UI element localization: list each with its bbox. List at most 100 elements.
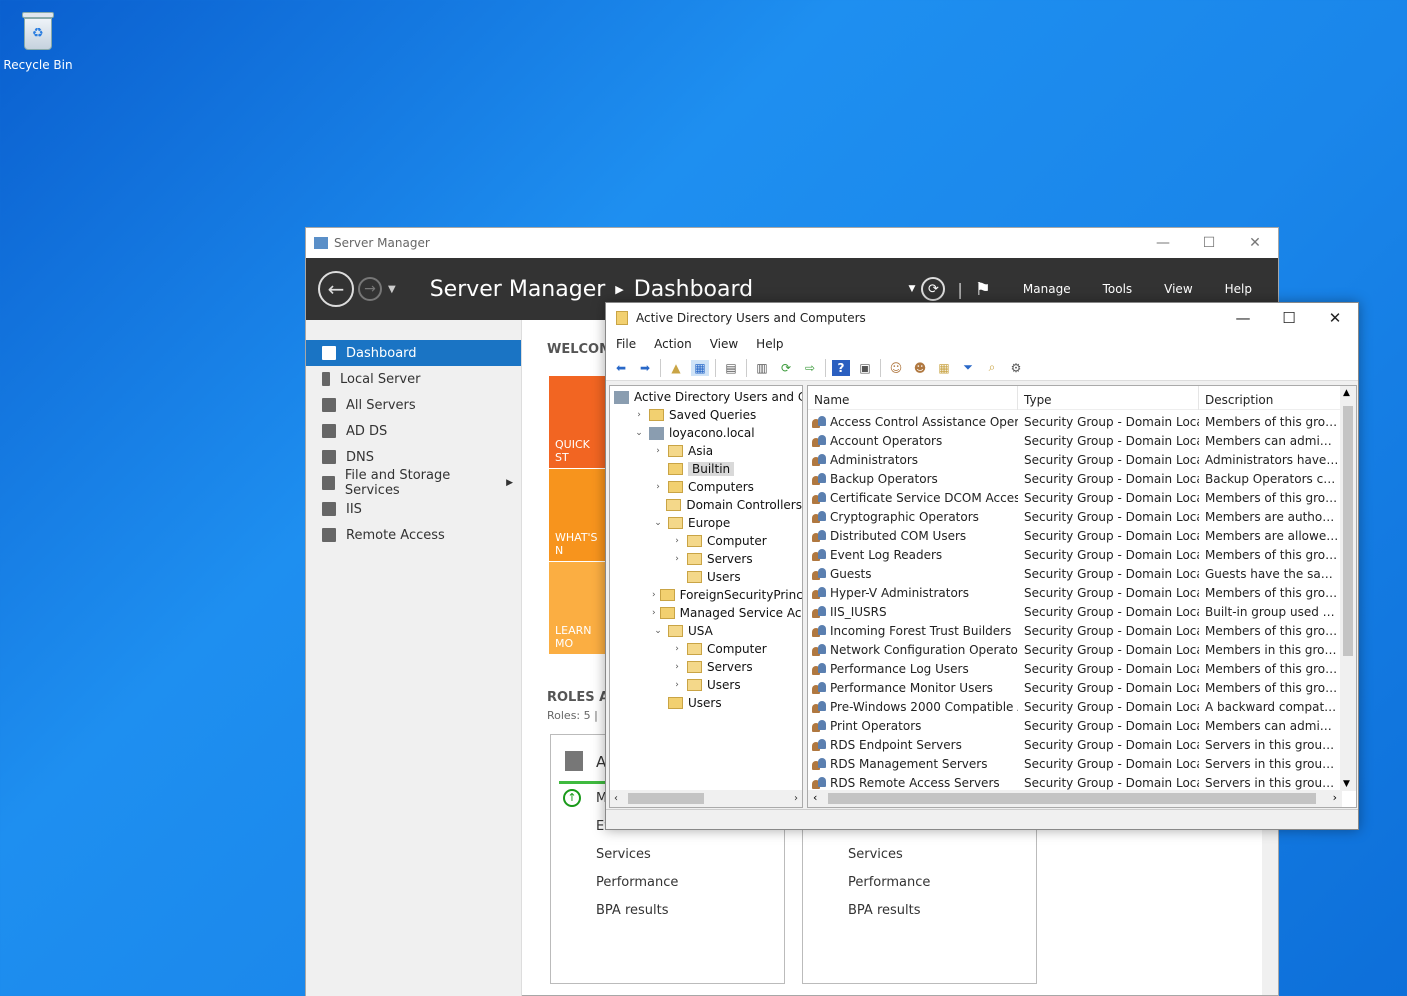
recycle-bin-desktop-icon[interactable]: ♻ Recycle Bin	[0, 6, 76, 72]
expand-toggle-icon[interactable]: ›	[652, 590, 656, 600]
role-card-bpa[interactable]: BPA results	[848, 903, 921, 918]
scroll-down-icon[interactable]: ▼	[1343, 779, 1350, 789]
list-vertical-scrollbar[interactable]: ▲ ▼	[1340, 386, 1356, 791]
menu-help[interactable]: Help	[1225, 282, 1252, 296]
notifications-flag-icon[interactable]: ⚑	[975, 279, 991, 300]
scroll-up-icon[interactable]: ▲	[1343, 388, 1350, 398]
list-item[interactable]: Performance Log Users Security Group - Do…	[808, 659, 1356, 678]
tree-node[interactable]: Users	[610, 694, 802, 712]
role-card-services[interactable]: Services	[848, 847, 903, 862]
list-item[interactable]: Administrators Security Group - Domain Lo…	[808, 450, 1356, 469]
list-item[interactable]: Distributed COM Users Security Group - Do…	[808, 526, 1356, 545]
role-card-performance[interactable]: Performance	[596, 875, 678, 890]
refresh-dropdown-icon[interactable]: ▼	[908, 284, 915, 294]
export-list-icon[interactable]: ⇨	[801, 360, 819, 376]
tree-node[interactable]: › Servers	[610, 550, 802, 568]
tree-node[interactable]: ⌄ Europe	[610, 514, 802, 532]
tree-node[interactable]: › Saved Queries	[610, 406, 802, 424]
list-item[interactable]: RDS Management Servers Security Group - D…	[808, 754, 1356, 773]
sidebar-item-iis[interactable]: IIS	[306, 496, 521, 522]
scroll-left-icon[interactable]: ‹	[614, 793, 618, 804]
scroll-right-icon[interactable]: ›	[1333, 791, 1337, 804]
minimize-button[interactable]: —	[1140, 228, 1186, 258]
expand-toggle-icon[interactable]: ›	[671, 536, 683, 546]
expand-toggle-icon[interactable]: ›	[652, 608, 656, 618]
show-hide-tree-icon[interactable]: ▦	[691, 359, 709, 376]
sidebar-item-file-storage[interactable]: File and Storage Services ▶	[306, 468, 521, 498]
menu-manage[interactable]: Manage	[1023, 282, 1071, 296]
tree-node[interactable]: › Computers	[610, 478, 802, 496]
up-folder-icon[interactable]: ▲	[667, 360, 685, 376]
list-item[interactable]: IIS_IUSRS Security Group - Domain Local Bu…	[808, 602, 1356, 621]
new-ou-icon[interactable]: ▦	[935, 360, 953, 376]
menu-action[interactable]: Action	[654, 337, 692, 351]
new-user-icon[interactable]: ☺	[887, 360, 905, 376]
role-card-services[interactable]: Services	[596, 847, 651, 862]
list-item[interactable]: Guests Security Group - Domain Local Guest…	[808, 564, 1356, 583]
tile-learn-more[interactable]: LEARN MO	[549, 562, 609, 654]
tree-node[interactable]: ⌄ loyacono.local	[610, 424, 802, 442]
expand-toggle-icon[interactable]: ⌄	[652, 518, 664, 528]
list-item[interactable]: Incoming Forest Trust Builders Security G…	[808, 621, 1356, 640]
menu-view[interactable]: View	[710, 337, 738, 351]
forward-button[interactable]: →	[358, 277, 382, 301]
help-icon[interactable]: ?	[832, 359, 850, 376]
scrollbar-thumb[interactable]	[828, 793, 1316, 804]
expand-toggle-icon[interactable]: ⌄	[652, 626, 664, 636]
tile-whats-new[interactable]: WHAT'S N	[549, 469, 609, 561]
list-item[interactable]: Access Control Assistance Opera... Securi…	[808, 412, 1356, 431]
sidebar-item-ad-ds[interactable]: AD DS	[306, 418, 521, 444]
close-button[interactable]: ✕	[1312, 303, 1358, 333]
refresh-icon[interactable]: ⟳	[921, 277, 946, 301]
sidebar-item-dns[interactable]: DNS	[306, 444, 521, 470]
tree-node[interactable]: › Servers	[610, 658, 802, 676]
tree-node[interactable]: › Users	[610, 676, 802, 694]
new-group-icon[interactable]: ☻	[911, 360, 929, 376]
history-dropdown-icon[interactable]: ▼	[388, 284, 396, 295]
tree-node[interactable]: Users	[610, 568, 802, 586]
sidebar-item-remote-access[interactable]: Remote Access	[306, 522, 521, 548]
list-item[interactable]: Hyper-V Administrators Security Group - D…	[808, 583, 1356, 602]
menu-tools[interactable]: Tools	[1103, 282, 1133, 296]
tree-node[interactable]: › ForeignSecurityPrincipals	[610, 586, 802, 604]
expand-toggle-icon[interactable]: ⌄	[633, 428, 645, 438]
tree-node[interactable]: Active Directory Users and Com	[610, 388, 802, 406]
expand-toggle-icon[interactable]: ›	[671, 662, 683, 672]
menu-file[interactable]: File	[616, 337, 636, 351]
tile-quick-start[interactable]: QUICK ST	[549, 376, 609, 468]
list-item[interactable]: Pre-Windows 2000 Compatible A... Security…	[808, 697, 1356, 716]
forward-arrow-icon[interactable]: ➡	[636, 360, 654, 376]
list-item[interactable]: RDS Endpoint Servers Security Group - Dom…	[808, 735, 1356, 754]
list-item[interactable]: Cryptographic Operators Security Group - …	[808, 507, 1356, 526]
expand-toggle-icon[interactable]: ›	[633, 410, 645, 420]
list-item[interactable]: Network Configuration Operators Security …	[808, 640, 1356, 659]
tree-node[interactable]: Domain Controllers	[610, 496, 802, 514]
back-arrow-icon[interactable]: ⬅	[612, 360, 630, 376]
close-button[interactable]: ✕	[1232, 228, 1278, 258]
list-item[interactable]: Account Operators Security Group - Domain…	[808, 431, 1356, 450]
properties-icon[interactable]: ▥	[753, 360, 771, 376]
list-item[interactable]: Event Log Readers Security Group - Domain…	[808, 545, 1356, 564]
sidebar-item-local-server[interactable]: Local Server	[306, 366, 521, 392]
console-icon[interactable]: ▣	[856, 360, 874, 376]
clipboard-icon[interactable]: ▤	[722, 360, 740, 376]
add-to-group-icon[interactable]: ⚙	[1007, 360, 1025, 376]
tree-node[interactable]: ⌄ USA	[610, 622, 802, 640]
column-header-type[interactable]: Type	[1018, 386, 1199, 410]
tree-node[interactable]: › Managed Service Accoun	[610, 604, 802, 622]
column-header-name[interactable]: Name	[808, 386, 1018, 410]
list-horizontal-scrollbar[interactable]: ‹ ›	[808, 790, 1342, 807]
back-button[interactable]: ←	[318, 271, 354, 307]
refresh-icon[interactable]: ⟳	[777, 360, 795, 376]
tree-node[interactable]: › Computer	[610, 640, 802, 658]
list-item[interactable]: Backup Operators Security Group - Domain …	[808, 469, 1356, 488]
find-icon[interactable]: ⌕	[983, 360, 1001, 376]
expand-toggle-icon[interactable]: ›	[652, 446, 664, 456]
role-card-bpa[interactable]: BPA results	[596, 903, 669, 918]
menu-view[interactable]: View	[1164, 282, 1192, 296]
tree-node[interactable]: Builtin	[610, 460, 802, 478]
tree-node[interactable]: › Asia	[610, 442, 802, 460]
minimize-button[interactable]: —	[1220, 303, 1266, 333]
scroll-right-icon[interactable]: ›	[794, 793, 798, 804]
expand-toggle-icon[interactable]: ›	[652, 482, 664, 492]
